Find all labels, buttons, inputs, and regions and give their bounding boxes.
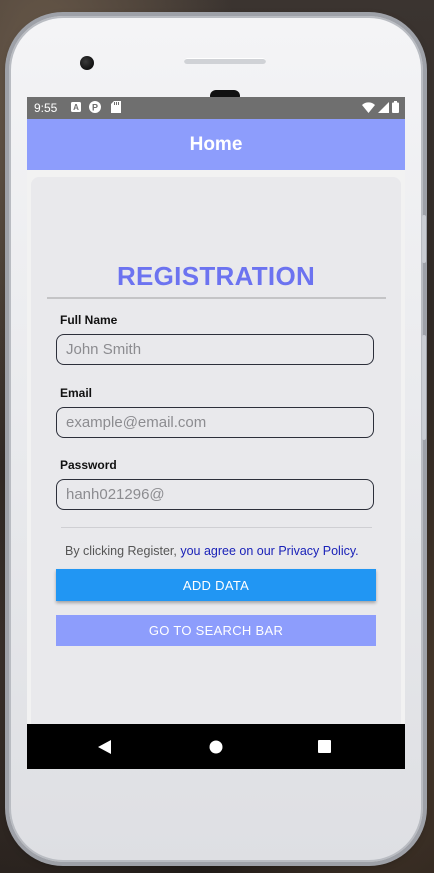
signal-icon bbox=[378, 101, 389, 113]
svg-text:P: P bbox=[92, 103, 98, 113]
power-button bbox=[422, 335, 426, 440]
password-label: Password bbox=[60, 458, 117, 472]
full-name-input[interactable] bbox=[56, 334, 374, 365]
p-notification-icon: P bbox=[89, 101, 101, 113]
email-input[interactable] bbox=[56, 407, 374, 438]
sd-card-icon bbox=[111, 101, 121, 113]
terms-prefix: By clicking Register, bbox=[65, 544, 177, 558]
navigation-bar bbox=[27, 724, 405, 769]
status-time: 9:55 bbox=[34, 101, 58, 115]
back-icon bbox=[98, 739, 111, 754]
front-camera bbox=[80, 56, 94, 70]
terms-text: By clicking Register, you agree on our P… bbox=[65, 544, 359, 558]
go-to-search-bar-button[interactable]: GO TO SEARCH BAR bbox=[56, 615, 376, 646]
status-bar: 9:55 A P bbox=[27, 97, 405, 119]
form-divider bbox=[61, 527, 372, 528]
earpiece-speaker bbox=[184, 58, 266, 64]
battery-icon bbox=[392, 101, 399, 113]
password-input[interactable] bbox=[56, 479, 374, 510]
wifi-icon bbox=[362, 101, 375, 113]
add-data-button[interactable]: ADD DATA bbox=[56, 569, 376, 601]
title-underline bbox=[47, 297, 386, 299]
page-title: REGISTRATION bbox=[116, 261, 316, 291]
device-screen: 9:55 A P Home REGISTRATION Full Name Joh… bbox=[27, 97, 405, 769]
svg-text:A: A bbox=[73, 103, 79, 112]
recents-icon bbox=[317, 740, 331, 753]
volume-button bbox=[422, 215, 426, 263]
home-icon bbox=[209, 740, 223, 753]
home-button[interactable] bbox=[186, 724, 246, 769]
app-bar-title: Home bbox=[189, 133, 243, 155]
privacy-policy-link[interactable]: you agree on our Privacy Policy. bbox=[177, 544, 358, 558]
email-label: Email bbox=[60, 386, 93, 400]
recents-button[interactable] bbox=[294, 724, 354, 769]
app-bar: Home bbox=[27, 119, 405, 170]
a-notification-icon: A bbox=[71, 102, 81, 112]
back-button[interactable] bbox=[75, 724, 135, 769]
full-name-label: Full Name bbox=[60, 313, 118, 327]
